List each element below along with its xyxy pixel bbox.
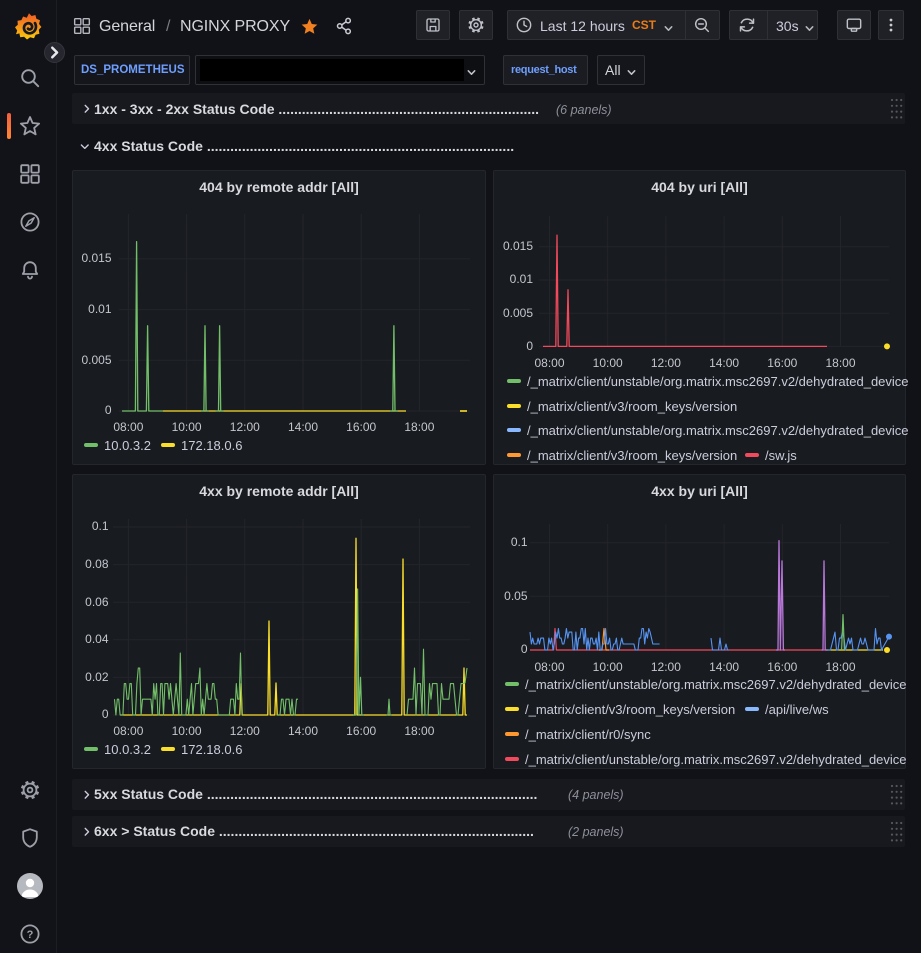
svg-text:?: ? <box>27 929 34 941</box>
